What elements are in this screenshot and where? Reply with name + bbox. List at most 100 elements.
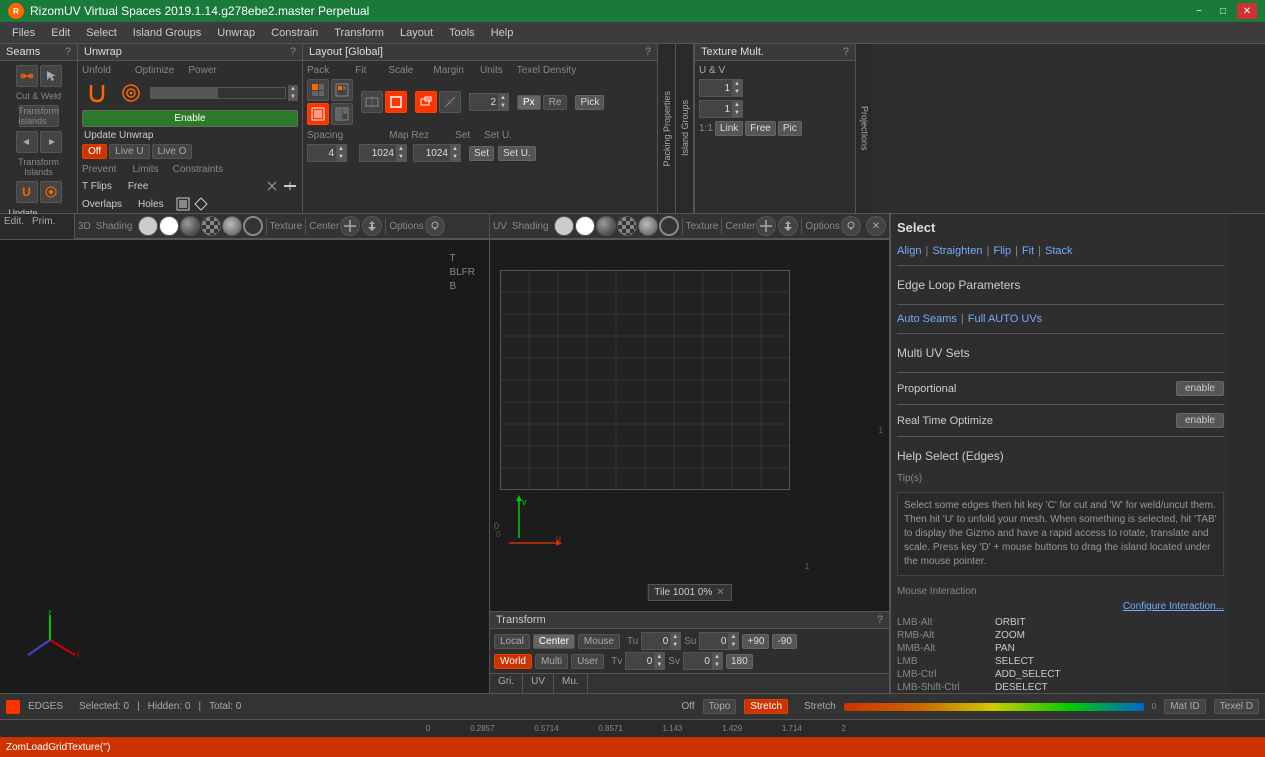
re-button[interactable]: Re	[543, 95, 568, 110]
rez-input[interactable]	[360, 147, 396, 160]
uv-lightbulb-icon[interactable]	[841, 216, 861, 236]
su-down[interactable]: ▼	[728, 641, 738, 649]
close-button[interactable]: ✕	[1237, 3, 1257, 19]
deg180-btn[interactable]: 180	[726, 654, 753, 669]
topo-btn[interactable]: Topo	[703, 699, 737, 714]
menu-select[interactable]: Select	[78, 25, 125, 41]
transform-islands-icon[interactable]: Transform Islands	[19, 105, 59, 127]
optimize-target-icon[interactable]	[116, 79, 146, 107]
uv-x-button[interactable]: ✕	[866, 216, 886, 236]
rez2-down[interactable]: ▼	[450, 153, 460, 161]
cut-weld-icon[interactable]	[16, 65, 38, 87]
select-icon[interactable]	[40, 65, 62, 87]
straighten-link[interactable]: Straighten	[932, 245, 982, 257]
uv-shading-white-icon[interactable]	[575, 216, 595, 236]
configure-link[interactable]: Configure Interaction...	[897, 601, 1224, 612]
plus90-btn[interactable]: +90	[742, 634, 769, 649]
spacing-up[interactable]: ▲	[336, 145, 346, 153]
tv-spinbox[interactable]: ▲ ▼	[625, 652, 665, 670]
shading-dark-sphere-icon[interactable]	[180, 216, 200, 236]
pack-icon-2[interactable]	[331, 79, 353, 101]
shading-outline-icon[interactable]	[243, 216, 263, 236]
spacing-down[interactable]: ▼	[336, 153, 346, 161]
seams-help[interactable]: ?	[65, 46, 71, 58]
su-input[interactable]	[700, 635, 728, 648]
rez-down[interactable]: ▼	[396, 153, 406, 161]
rez-up[interactable]: ▲	[396, 145, 406, 153]
menu-help[interactable]: Help	[483, 25, 522, 41]
flip-link[interactable]: Flip	[993, 245, 1011, 257]
margin-down[interactable]: ▼	[498, 102, 508, 110]
rez-spinbox[interactable]: ▲ ▼	[359, 144, 407, 162]
pack-icon-4[interactable]	[331, 103, 353, 125]
fit-link[interactable]: Fit	[1022, 245, 1034, 257]
su-up[interactable]: ▲	[728, 633, 738, 641]
sv-spinbox[interactable]: ▲ ▼	[683, 652, 723, 670]
center-cross-icon[interactable]	[340, 216, 360, 236]
set-btn[interactable]: Set	[469, 146, 494, 161]
su-spinbox[interactable]: ▲ ▼	[699, 632, 739, 650]
scale-icon-1[interactable]	[415, 91, 437, 113]
tu-input[interactable]	[642, 635, 670, 648]
layout-help[interactable]: ?	[645, 46, 651, 58]
tab-uv[interactable]: UV	[523, 674, 554, 693]
shading-solid-icon[interactable]	[138, 216, 158, 236]
sv-down[interactable]: ▼	[712, 661, 722, 669]
menu-transform[interactable]: Transform	[326, 25, 392, 41]
power-up[interactable]: ▲	[288, 85, 298, 93]
real-time-enable-btn[interactable]: enable	[1176, 413, 1224, 428]
fit-icon-1[interactable]	[361, 91, 383, 113]
pic-button[interactable]: Pic	[778, 121, 802, 136]
maximize-button[interactable]: □	[1213, 3, 1233, 19]
menu-files[interactable]: Files	[4, 25, 43, 41]
tab-mu[interactable]: Mu.	[554, 674, 588, 693]
unwrap-help[interactable]: ?	[290, 46, 296, 58]
tv-input[interactable]	[626, 655, 654, 668]
unwrap-orange-icon[interactable]: U	[16, 181, 38, 203]
mouse-btn[interactable]: Mouse	[578, 634, 620, 649]
tex-val2-input[interactable]	[700, 103, 732, 116]
margin-up[interactable]: ▲	[498, 94, 508, 102]
tab-gri[interactable]: Gri.	[490, 674, 523, 693]
tex-val1-down[interactable]: ▼	[732, 88, 742, 96]
link-button[interactable]: Link	[715, 121, 743, 136]
live-o-toggle[interactable]: Live O	[152, 144, 193, 159]
margin-input[interactable]	[470, 96, 498, 109]
uv-shading-solid-icon[interactable]	[554, 216, 574, 236]
set-u-btn[interactable]: Set U.	[498, 146, 536, 161]
rez2-spinbox[interactable]: ▲ ▼	[413, 144, 461, 162]
center-move-icon[interactable]	[362, 216, 382, 236]
unfold-u-icon[interactable]	[82, 79, 112, 107]
tex-val1-input[interactable]	[700, 82, 732, 95]
edge-loop-section[interactable]: Edge Loop Parameters	[897, 278, 1224, 292]
shading-white-sphere-icon[interactable]	[159, 216, 179, 236]
proportional-enable-btn[interactable]: enable	[1176, 381, 1224, 396]
minus90-btn[interactable]: -90	[772, 634, 796, 649]
fit-icon-2[interactable]	[385, 91, 407, 113]
shading-checker-icon[interactable]	[201, 216, 221, 236]
uv-center-cross-icon[interactable]	[756, 216, 776, 236]
enable-button[interactable]: Enable	[82, 110, 298, 127]
mat-id-btn[interactable]: Mat ID	[1164, 699, 1205, 714]
spacing-input[interactable]	[308, 147, 336, 160]
target-icon[interactable]	[40, 181, 62, 203]
margin-spinbox[interactable]: ▲ ▼	[469, 93, 509, 111]
tu-up[interactable]: ▲	[670, 633, 680, 641]
tex-val2-spinbox[interactable]: ▲ ▼	[699, 100, 743, 118]
uv-shading-outline-icon[interactable]	[659, 216, 679, 236]
menu-layout[interactable]: Layout	[392, 25, 441, 41]
world-btn[interactable]: World	[494, 654, 532, 669]
auto-seams-link[interactable]: Auto Seams	[897, 313, 957, 325]
spacing-spinbox[interactable]: ▲ ▼	[307, 144, 347, 162]
uv-shading-flat-icon[interactable]	[638, 216, 658, 236]
pick-button[interactable]: Pick	[575, 95, 604, 110]
px-button[interactable]: Px	[517, 95, 541, 110]
power-down[interactable]: ▼	[288, 93, 298, 101]
sv-input[interactable]	[684, 655, 712, 668]
full-auto-link[interactable]: Full AUTO UVs	[968, 313, 1042, 325]
uv-shading-sphere-icon[interactable]	[596, 216, 616, 236]
stretch-btn[interactable]: Stretch	[744, 699, 788, 714]
uv-shading-checker-icon[interactable]	[617, 216, 637, 236]
tv-down[interactable]: ▼	[654, 661, 664, 669]
live-u-toggle[interactable]: Live U	[109, 144, 149, 159]
